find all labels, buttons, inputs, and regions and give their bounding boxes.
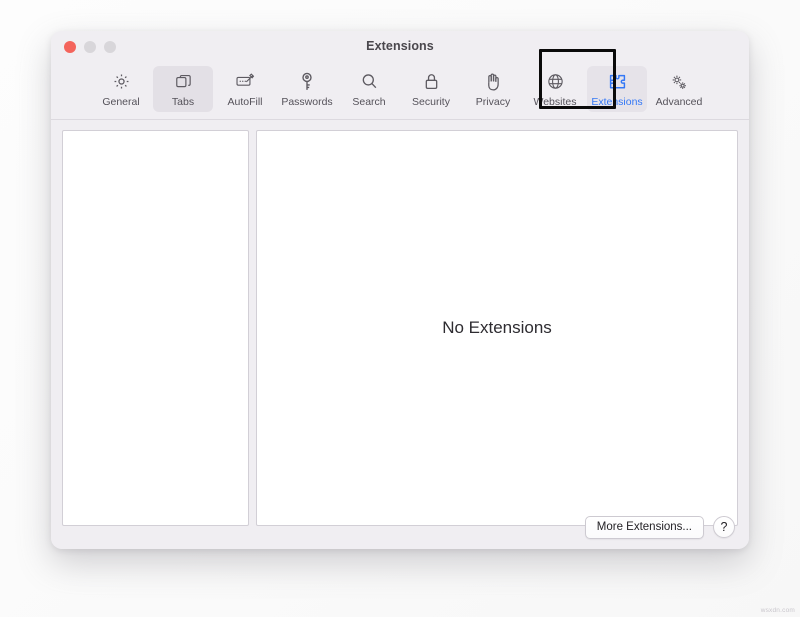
toolbar-item-extensions[interactable]: Extensions [587,66,647,112]
preferences-content: No Extensions [51,120,749,549]
preferences-toolbar: General Tabs AutoFill Passwords Search S… [51,64,749,120]
toolbar-item-tabs[interactable]: Tabs [153,66,213,112]
magnifier-icon [360,70,379,93]
more-extensions-button[interactable]: More Extensions... [584,515,704,539]
toolbar-item-label: AutoFill [227,96,263,108]
toolbar-item-passwords[interactable]: Passwords [277,66,337,112]
watermark: wsxdn.com [760,607,795,614]
window-titlebar: Extensions [51,31,749,64]
toolbar-item-label: Advanced [655,96,703,108]
toolbar-item-search[interactable]: Search [339,66,399,112]
no-extensions-message: No Extensions [442,318,552,337]
toolbar-item-privacy[interactable]: Privacy [463,66,523,112]
autofill-icon [235,70,256,93]
key-icon [299,70,315,93]
hand-icon [484,70,502,93]
window-title: Extensions [366,39,434,53]
puzzle-icon [607,70,628,93]
toolbar-item-label: General [102,96,140,108]
extension-detail-panel: No Extensions [256,130,738,526]
window-footer: More Extensions... ? [51,511,749,549]
gear-icon [112,70,131,93]
globe-icon [546,70,565,93]
tabs-icon [174,70,193,93]
toolbar-item-autofill[interactable]: AutoFill [215,66,275,112]
toolbar-item-label: Privacy [475,96,511,108]
extensions-list-panel[interactable] [62,130,249,526]
toolbar-item-general[interactable]: General [91,66,151,112]
help-button[interactable]: ? [713,516,735,538]
gears-icon [669,70,689,93]
toolbar-item-label: Websites [533,96,577,108]
toolbar-item-websites[interactable]: Websites [525,66,585,112]
toolbar-item-security[interactable]: Security [401,66,461,112]
lock-icon [423,70,440,93]
toolbar-item-advanced[interactable]: Advanced [649,66,709,112]
toolbar-item-label: Security [412,96,450,108]
toolbar-item-label: Passwords [281,96,333,108]
toolbar-item-label: Search [352,96,386,108]
preferences-window: Extensions General Tabs AutoFill Passwor… [51,31,749,549]
toolbar-item-label: Tabs [171,96,195,108]
screen: Extensions General Tabs AutoFill Passwor… [0,0,800,617]
toolbar-item-label: Extensions [591,96,643,108]
